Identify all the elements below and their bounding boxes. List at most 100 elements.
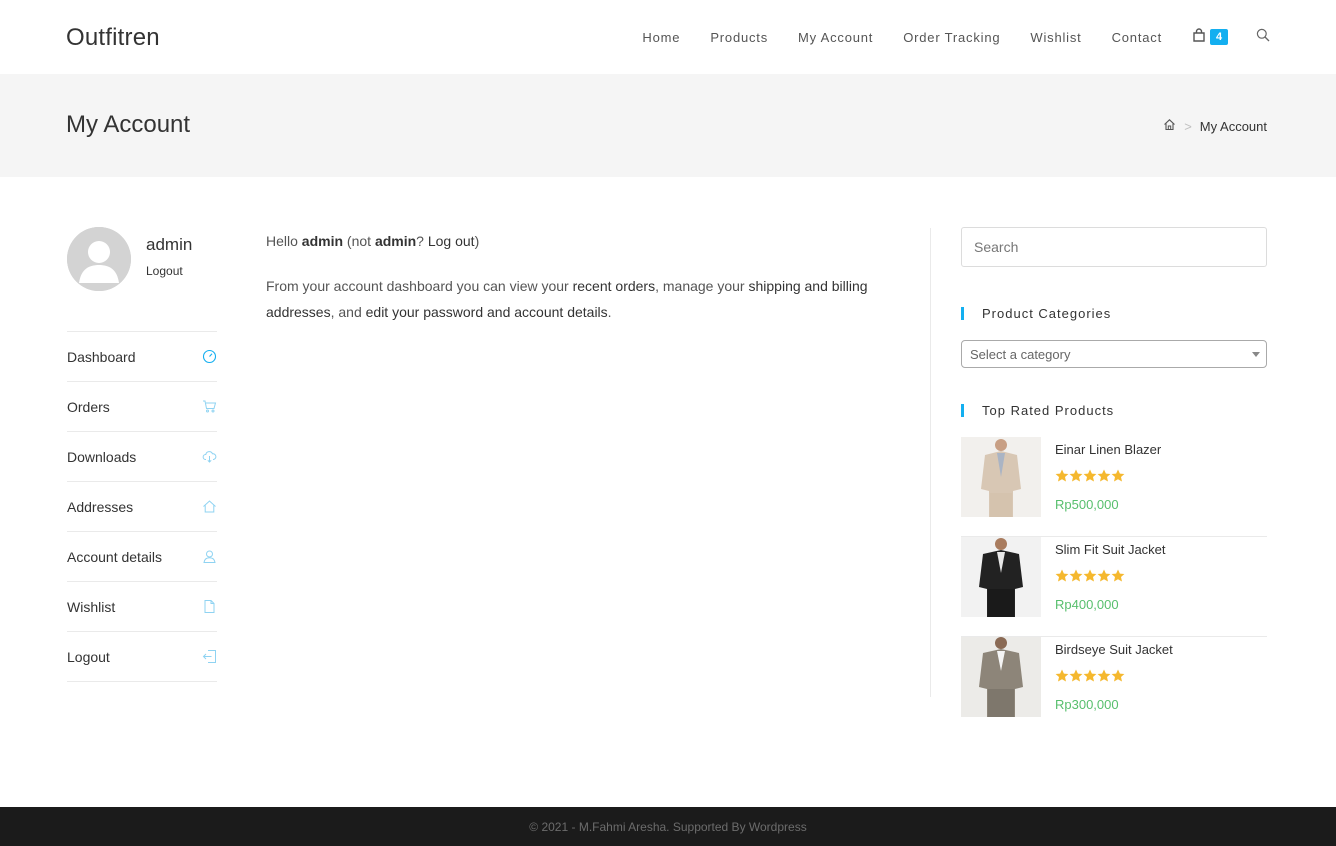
account-details-link[interactable]: edit your password and account details (366, 304, 608, 320)
account-user-card: admin Logout (67, 227, 217, 291)
account-nav-label: Wishlist (67, 598, 116, 615)
account-nav-logout-link[interactable]: Logout (67, 632, 217, 681)
site-header: Outfitren Home Products My Account Order… (0, 0, 1336, 74)
search-toggle-button[interactable] (1256, 28, 1270, 47)
product-item: Birdseye Suit Jacket Rp300,000 (961, 637, 1267, 737)
greeting-username-2: admin (374, 233, 417, 249)
account-nav-label: Logout (67, 648, 110, 665)
product-price: Rp500,000 (1055, 497, 1119, 512)
product-categories-title: Product Categories (961, 307, 1111, 320)
shopping-bag-icon (1192, 27, 1206, 47)
account-navigation: Dashboard Orders Downloads Addresses Acc… (67, 331, 217, 682)
category-select-value: Select a category (970, 346, 1071, 362)
greeting-username: admin (301, 233, 344, 249)
product-price: Rp400,000 (1055, 597, 1119, 612)
cart-count-badge: 4 (1210, 29, 1228, 45)
product-thumbnail[interactable] (961, 537, 1041, 617)
cloud-download-icon (201, 449, 217, 465)
home-icon (1163, 119, 1176, 134)
recent-orders-link[interactable]: recent orders (573, 278, 655, 294)
sidebar-search-input[interactable] (961, 227, 1267, 267)
star-icon (1111, 569, 1125, 587)
account-nav-downloads-link[interactable]: Downloads (67, 432, 217, 481)
page-title: My Account (66, 111, 191, 138)
account-nav-label: Dashboard (67, 348, 136, 365)
search-icon (1256, 28, 1270, 47)
logout-icon (201, 649, 217, 665)
product-name[interactable]: Einar Linen Blazer (1055, 442, 1161, 457)
user-icon (201, 549, 217, 565)
avatar (67, 227, 131, 291)
account-nav-label: Orders (67, 398, 110, 415)
breadcrumb-separator: > (1184, 118, 1192, 134)
star-icon (1111, 469, 1125, 487)
greeting-q: ? (416, 233, 428, 249)
greeting-prefix: Hello (266, 233, 302, 249)
footer-copyright: © 2021 - M.Fahmi Aresha. Supported By Wo… (529, 819, 807, 834)
breadcrumb-current: My Account (1199, 118, 1267, 134)
star-icon (1097, 669, 1111, 687)
product-name[interactable]: Slim Fit Suit Jacket (1055, 542, 1166, 557)
account-nav-dashboard-link[interactable]: Dashboard (67, 332, 217, 381)
nav-products[interactable]: Products (710, 30, 768, 45)
account-nav-orders-link[interactable]: Orders (67, 382, 217, 431)
nav-my-account[interactable]: My Account (798, 30, 873, 45)
top-rated-products-list: Einar Linen Blazer Rp500,000 Slim Fit Su… (961, 437, 1267, 737)
star-icon (1097, 569, 1111, 587)
star-icon (1055, 569, 1069, 587)
greeting-text: Hello admin (not admin? Log out) (266, 228, 896, 254)
nav-wishlist[interactable]: Wishlist (1030, 30, 1081, 45)
account-nav-addresses-link[interactable]: Addresses (67, 482, 217, 531)
star-rating (1055, 569, 1125, 587)
greeting-not: (not (343, 233, 375, 249)
star-icon (1069, 569, 1083, 587)
greeting-suffix: ) (474, 233, 480, 249)
account-nav-item-logout: Logout (67, 632, 217, 682)
desc-mid-1: , manage your (655, 278, 749, 294)
site-logo[interactable]: Outfitren (66, 24, 160, 52)
chevron-down-icon (1252, 352, 1260, 357)
top-rated-products-title: Top Rated Products (961, 404, 1114, 417)
account-nav-label: Downloads (67, 448, 137, 465)
nav-home[interactable]: Home (642, 30, 680, 45)
star-icon (1111, 669, 1125, 687)
star-rating (1055, 669, 1125, 687)
category-select[interactable]: Select a category (961, 340, 1267, 368)
cart-button[interactable]: 4 (1192, 27, 1228, 47)
page-header: My Account > My Account (0, 74, 1336, 177)
star-icon (1083, 669, 1097, 687)
star-icon (1083, 569, 1097, 587)
account-nav-item-dashboard: Dashboard (67, 332, 217, 382)
desc-mid-2: , and (330, 304, 366, 320)
desc-suffix: . (607, 304, 612, 320)
nav-order-tracking[interactable]: Order Tracking (903, 30, 1000, 45)
product-item: Slim Fit Suit Jacket Rp400,000 (961, 537, 1267, 637)
home-icon (201, 499, 217, 515)
breadcrumb-home-link[interactable] (1163, 118, 1176, 134)
account-nav-account-details-link[interactable]: Account details (67, 532, 217, 581)
content-sidebar-divider (930, 228, 931, 697)
star-icon (1097, 469, 1111, 487)
dashboard-description: From your account dashboard you can view… (266, 273, 896, 325)
product-price: Rp300,000 (1055, 697, 1119, 712)
account-nav-item-addresses: Addresses (67, 482, 217, 532)
account-nav-label: Addresses (67, 498, 134, 515)
account-dashboard-content: Hello admin (not admin? Log out) From yo… (266, 228, 896, 344)
product-name[interactable]: Birdseye Suit Jacket (1055, 642, 1173, 657)
account-username: admin (146, 235, 193, 254)
greeting-logout-link[interactable]: Log out (428, 233, 475, 249)
account-nav-wishlist-link[interactable]: Wishlist (67, 582, 217, 631)
main-nav: Home Products My Account Order Tracking … (642, 0, 1270, 74)
product-thumbnail[interactable] (961, 437, 1041, 517)
nav-contact[interactable]: Contact (1112, 30, 1162, 45)
account-logout-link[interactable]: Logout (146, 264, 183, 278)
star-icon (1083, 469, 1097, 487)
star-rating (1055, 469, 1125, 487)
desc-prefix: From your account dashboard you can view… (266, 278, 573, 294)
star-icon (1069, 469, 1083, 487)
product-item: Einar Linen Blazer Rp500,000 (961, 437, 1267, 537)
speedometer-icon (201, 349, 217, 365)
cart-icon (201, 399, 217, 415)
account-nav-item-wishlist: Wishlist (67, 582, 217, 632)
product-thumbnail[interactable] (961, 637, 1041, 717)
